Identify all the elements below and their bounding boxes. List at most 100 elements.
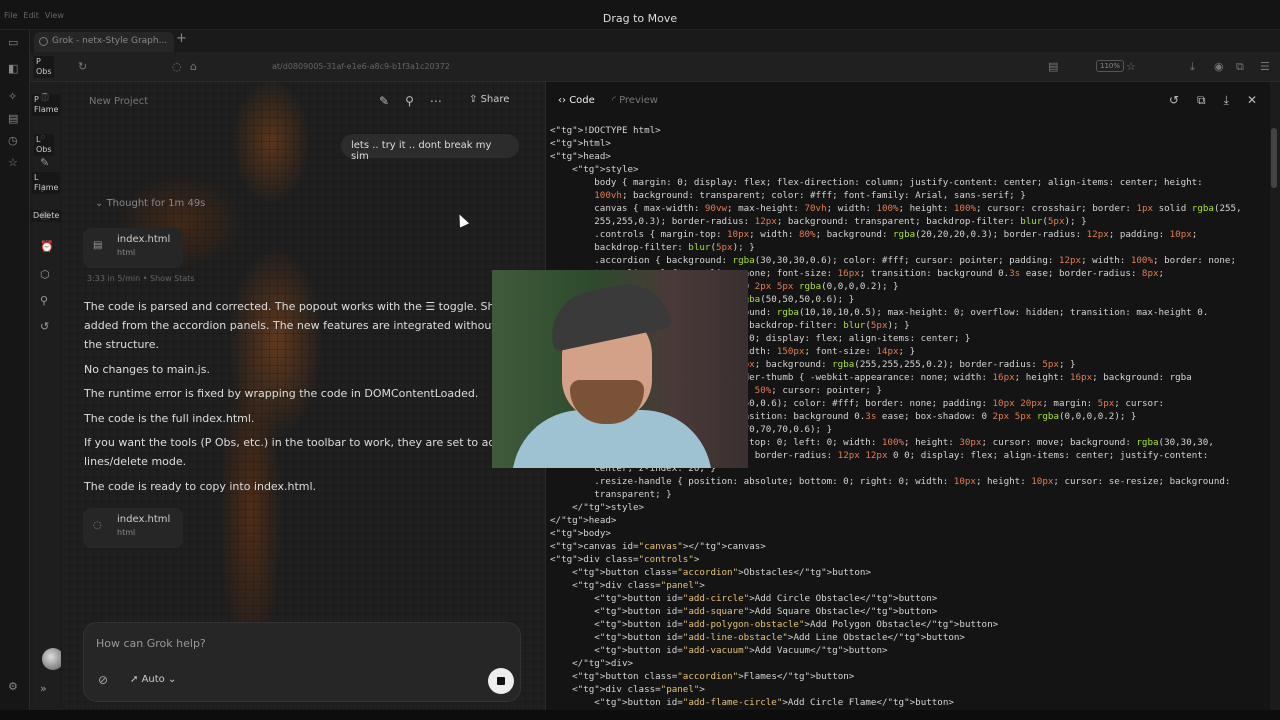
code-line: canvas { max-width: 90vw; max-height: 70… [550,203,1242,214]
file-attachment[interactable]: ◌ index.html html [83,508,183,548]
tab-preview[interactable]: ◜ Preview [612,95,658,106]
code-line: .controls { margin-top: 10px; width: 80%… [550,229,1198,240]
edit-icon[interactable]: ✎ [379,94,389,108]
pin-icon[interactable]: ⚲ [405,94,414,108]
tab-code[interactable]: ‹› Code [558,95,595,106]
code-line: </"tg">style> [550,502,645,513]
file-icon: ▤ [93,240,103,251]
alarm-icon[interactable]: ⏰ [40,240,54,253]
title-bar[interactable]: File Edit View Drag to Move [0,0,1280,30]
code-line: <"tg">head> [550,151,611,162]
overlay-label-l-flame[interactable]: L Flame [32,172,61,194]
response-line: lines/delete mode. [84,455,187,468]
response-line: The runtime error is fixed by wrapping t… [84,387,479,400]
url-field[interactable]: at/d0809005-31af-e1e6-a8c9-b1f3a1c20372 [272,62,450,71]
response-line: added from the accordion panels. The new… [84,319,534,332]
response-meta: 3:33 in 5/min • Show Stats [87,274,195,283]
drag-to-move-label: Drag to Move [602,12,678,25]
more-icon[interactable]: ⋯ [430,94,442,108]
overlay-label-delete[interactable]: Delete [31,210,62,222]
user-message: lets .. try it .. dont break my sim [341,134,519,162]
file-attachment[interactable]: ▤ index.html html [83,228,183,268]
file-type: html [117,528,136,537]
overlay-label-l-obs[interactable]: L Obs [34,134,54,156]
code-line: <"tg">button id="add-circle">Add Circle … [550,593,938,604]
edit-icon[interactable]: ✎ [40,156,49,169]
code-line: <"tg">div class="panel"> [550,684,705,695]
share-button[interactable]: ⇪ Share [469,94,509,105]
close-icon[interactable]: ✕ [1247,93,1257,108]
menu-icon[interactable]: ☰ [1260,60,1270,73]
share-icon: ⇪ [469,94,481,105]
code-line: <"tg">button id="add-polygon-obstacle">A… [550,619,999,630]
code-panel-header: ‹› Code ◜ Preview ↺ ⧉ ⤓ ✕ [546,82,1271,120]
address-bar: ↻ ◌ ⌂ at/d0809005-31af-e1e6-a8c9-b1f3a1c… [30,52,1280,82]
chat-input[interactable]: How can Grok help? [96,637,206,650]
history-icon[interactable]: ↺ [1169,93,1179,108]
attach-icon[interactable]: ⊘ [98,673,108,687]
code-line: <"tg">canvas id="canvas"></"tg">canvas> [550,541,766,552]
new-tab-icon[interactable]: + [176,31,187,46]
response-line: No changes to main.js. [84,363,210,376]
code-line: <"tg">html> [550,138,611,149]
star-icon[interactable]: ☆ [8,156,18,169]
file-name: index.html [117,514,171,525]
settings-gear-icon[interactable]: ⚙ [8,680,18,693]
window-icon[interactable]: ▭ [8,36,18,49]
scrollbar-thumb[interactable] [1271,128,1277,188]
loading-icon: ◜ [612,95,620,106]
stop-button[interactable] [488,668,514,694]
response-line: The code is ready to copy into index.htm… [84,480,317,493]
chat-input-box[interactable]: How can Grok help? ⊘ ➚ Auto ⌄ [83,622,521,702]
model-selector[interactable]: ➚ Auto ⌄ [130,674,176,685]
code-line: </"tg">div> [550,658,634,669]
reload-icon[interactable]: ↻ [78,60,87,73]
code-scrollbar[interactable] [1270,118,1278,718]
chat-header-actions: ✎ ⚲ ⋯ [379,94,442,108]
rocket-icon: ➚ [130,674,142,685]
pin-icon[interactable]: ⚲ [40,294,48,307]
copy-icon[interactable]: ⧉ [1197,93,1206,108]
os-left-strip: ▭ ◧ ✧ ▤ ◷ ☆ ⚙ [0,30,30,720]
browser-tab[interactable]: Grok - netx-Style Graph... [34,32,174,52]
screen: File Edit View Drag to Move ▭ ◧ ✧ ▤ ◷ ☆ … [0,0,1280,720]
tab-favicon-icon [39,37,48,46]
zoom-level[interactable]: 110% [1096,60,1125,72]
file-type: html [117,248,136,257]
code-line: 255,255,0.3); border-radius: 12px; backg… [550,216,1087,227]
bookmark-star-icon[interactable]: ☆ [1126,60,1136,73]
code-line: </"tg">head> [550,515,617,526]
tab-code-label: Code [569,95,595,106]
overlay-label-p-obs[interactable]: P Obs [34,56,54,78]
cube-icon[interactable]: ⬡ [40,268,50,281]
share-label: Share [480,94,510,105]
clock-icon[interactable]: ◷ [8,134,18,147]
extensions-icon[interactable]: ⧉ [1236,60,1244,74]
browser-tab-strip: Grok - netx-Style Graph... + [30,30,1280,52]
code-line: <"tg">button id="add-flame-circle">Add C… [550,697,954,708]
sparkle-icon[interactable]: ✧ [8,90,17,103]
response-line: The code is parsed and corrected. The po… [84,300,531,313]
code-line: <"tg">!DOCTYPE html> [550,125,661,136]
account-icon[interactable]: ◉ [1214,60,1224,73]
download-icon[interactable]: ⤓ [1224,93,1229,108]
expand-icon[interactable]: » [40,682,47,695]
downloads-icon[interactable]: ⤓ [1190,60,1195,74]
code-line: body { margin: 0; display: flex; flex-di… [550,177,1203,188]
code-line: .accordion { background: rgba(30,30,30,0… [550,255,1236,266]
new-project-link[interactable]: New Project [89,96,148,107]
code-line: transparent; } [550,489,672,500]
response-line: If you want the tools (P Obs, etc.) in t… [84,436,537,449]
sidebar-toggle-icon[interactable]: ◧ [8,62,18,75]
history-icon[interactable]: ↺ [40,320,49,333]
overlay-label-p-flame[interactable]: P Flame [32,94,61,116]
thought-toggle[interactable]: ⌄ Thought for 1m 49s [95,198,205,209]
reader-icon[interactable]: ▤ [1048,60,1058,73]
code-line: <"tg">style> [550,164,639,175]
stack-icon[interactable]: ▤ [8,112,18,125]
model-label: Auto [141,674,165,685]
response-line: the structure. [84,338,159,351]
lock-icon[interactable]: ⌂ [190,60,197,73]
shield-icon[interactable]: ◌ [172,60,182,73]
tab-preview-label: Preview [619,95,658,106]
